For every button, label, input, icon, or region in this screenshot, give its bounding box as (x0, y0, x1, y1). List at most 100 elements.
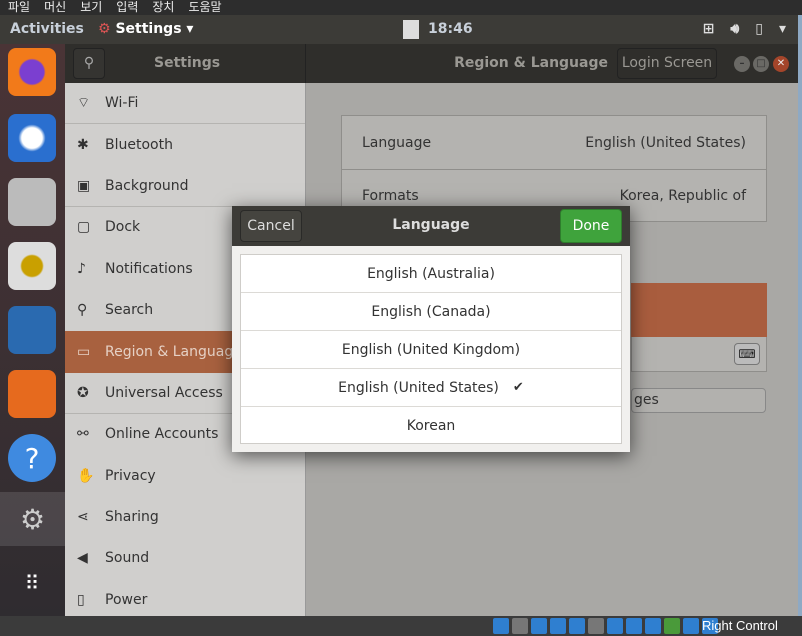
input-source-toolbar: ⌨ (631, 337, 767, 372)
vm-status-icon[interactable] (569, 618, 585, 634)
battery-icon: ▯ (755, 21, 763, 37)
rhythmbox-icon[interactable] (8, 242, 56, 290)
sidebar-item-label: Power (105, 591, 148, 608)
sidebar-item[interactable]: ⌔ Wi-Fi (65, 83, 305, 125)
menu-item[interactable]: 보기 (80, 0, 102, 15)
sidebar-item-label: Notifications (105, 260, 193, 277)
sidebar-item-label: Online Accounts (105, 426, 219, 443)
sidebar-item-label: Universal Access (105, 384, 223, 401)
login-screen-button[interactable]: Login Screen (617, 48, 717, 79)
sharing-icon: ⋖ (77, 509, 89, 526)
close-button[interactable]: ✕ (773, 56, 789, 72)
manage-languages-button[interactable]: ges (631, 388, 766, 413)
activities-button[interactable]: Activities (10, 21, 84, 37)
sidebar-item[interactable]: ◀ Sound (65, 538, 305, 579)
search-icon: ⚲ (83, 55, 95, 71)
dock-icon: ▢ (77, 219, 91, 236)
vm-status-icon[interactable] (550, 618, 566, 634)
network-icon: ⊞ (702, 21, 715, 37)
region-icon: ▭ (77, 343, 91, 360)
language-option-label: English (United Kingdom) (341, 341, 521, 358)
vm-status-icon[interactable] (531, 618, 547, 634)
help-icon[interactable]: ? (8, 434, 56, 482)
sidebar-item-label: Dock (105, 219, 141, 236)
background-icon: ▣ (77, 177, 91, 194)
sidebar-item[interactable]: ▣ Background (65, 166, 305, 208)
vm-status-icon[interactable] (645, 618, 661, 634)
language-option[interactable]: English (Canada) (241, 293, 621, 331)
language-option[interactable]: English (Australia) (241, 255, 621, 293)
online-accounts-icon: ⚯ (77, 426, 89, 443)
menu-item[interactable]: 파일 (8, 0, 30, 15)
sidebar-item-label: Sound (105, 550, 150, 567)
menu-item[interactable]: 입력 (116, 0, 138, 15)
privacy-icon: ✋ (77, 467, 95, 484)
header-bar: ⚲ Settings Region & Language Login Scree… (65, 44, 798, 83)
minimize-button[interactable]: – (734, 56, 750, 72)
checkmark-icon: ✔ (512, 380, 524, 395)
language-row[interactable]: Language English (United States) (342, 116, 766, 169)
panel-title: Region & Language (454, 55, 608, 71)
sound-icon: ◀ (77, 550, 88, 567)
sidebar-item[interactable]: ▯ Power (65, 580, 305, 621)
system-tray[interactable]: ⊞ 🔊︎ ▯ ▾ (703, 21, 786, 37)
scrollbar[interactable] (798, 15, 802, 616)
language-label: Language (362, 134, 432, 151)
formats-value: Korea, Republic of (619, 188, 746, 204)
search-button[interactable]: ⚲ (73, 48, 105, 79)
sidebar-item-label: Background (105, 177, 189, 194)
app-menu[interactable]: ⚙ Settings ▾ (98, 21, 193, 37)
language-option-label: Korean (406, 418, 456, 434)
language-option-label: English (United States) (338, 379, 499, 396)
keyboard-icon[interactable]: ⌨ (734, 343, 760, 365)
language-value: English (United States) (585, 134, 746, 151)
vm-status-icon[interactable] (512, 618, 528, 634)
dock: ? ⚙ ⠿ (0, 44, 65, 616)
menu-item[interactable]: 머신 (44, 0, 66, 15)
language-list: English (Australia) English (Canada) Engli… (240, 254, 622, 444)
app-grid-icon[interactable]: ⠿ (8, 559, 56, 607)
divider (305, 44, 306, 83)
sidebar-item-label: Bluetooth (105, 136, 173, 153)
window-title: Settings (154, 55, 221, 71)
host-key-label: Right Control (702, 618, 778, 633)
clock[interactable]: 18:46 (428, 21, 473, 37)
input-indicator[interactable] (403, 20, 419, 39)
sidebar-item[interactable]: ✱ Bluetooth (65, 124, 305, 165)
bluetooth-icon: ✱ (77, 136, 89, 153)
volume-icon: 🔊︎ (730, 21, 740, 37)
settings-dock-icon[interactable]: ⚙ (0, 492, 65, 546)
input-source-selected[interactable] (631, 283, 767, 337)
firefox-icon[interactable] (8, 48, 56, 96)
accessibility-icon: ✪ (77, 384, 89, 401)
vm-status-icon[interactable] (607, 618, 623, 634)
power-icon: ▯ (77, 591, 85, 608)
writer-icon[interactable] (8, 306, 56, 354)
language-dialog: Cancel Language Done English (Australia)… (232, 206, 630, 452)
sidebar-item-label: Search (105, 302, 154, 319)
sidebar-item[interactable]: ✋ Privacy (65, 456, 305, 497)
vm-status-icon[interactable] (588, 618, 604, 634)
vm-status-icon[interactable] (626, 618, 642, 634)
sidebar-item-label: Sharing (105, 509, 159, 526)
sidebar-item-label: Region & Language (105, 343, 242, 360)
language-option[interactable]: English (United Kingdom) (241, 331, 621, 369)
wifi-icon: ⌔ (77, 95, 91, 112)
language-option[interactable]: Korean (241, 407, 621, 445)
done-button[interactable]: Done (560, 209, 622, 243)
vm-status-icon[interactable] (683, 618, 699, 634)
vm-status-icon[interactable] (493, 618, 509, 634)
language-option-label: English (Canada) (371, 303, 491, 320)
vm-menubar: 파일 머신 보기 입력 장치 도움말 (0, 0, 802, 15)
menu-item[interactable]: 장치 (152, 0, 174, 15)
files-icon[interactable] (8, 178, 56, 226)
sidebar-item[interactable]: ⋖ Sharing (65, 497, 305, 538)
menu-item[interactable]: 도움말 (188, 0, 221, 15)
software-icon[interactable] (8, 370, 56, 418)
thunderbird-icon[interactable] (8, 114, 56, 162)
maximize-button[interactable]: □ (753, 56, 769, 72)
dialog-header: Cancel Language Done (232, 206, 630, 246)
vm-status-icon[interactable] (664, 618, 680, 634)
language-option-label: English (Australia) (367, 265, 495, 282)
language-option[interactable]: English (United States) ✔ (241, 369, 621, 407)
